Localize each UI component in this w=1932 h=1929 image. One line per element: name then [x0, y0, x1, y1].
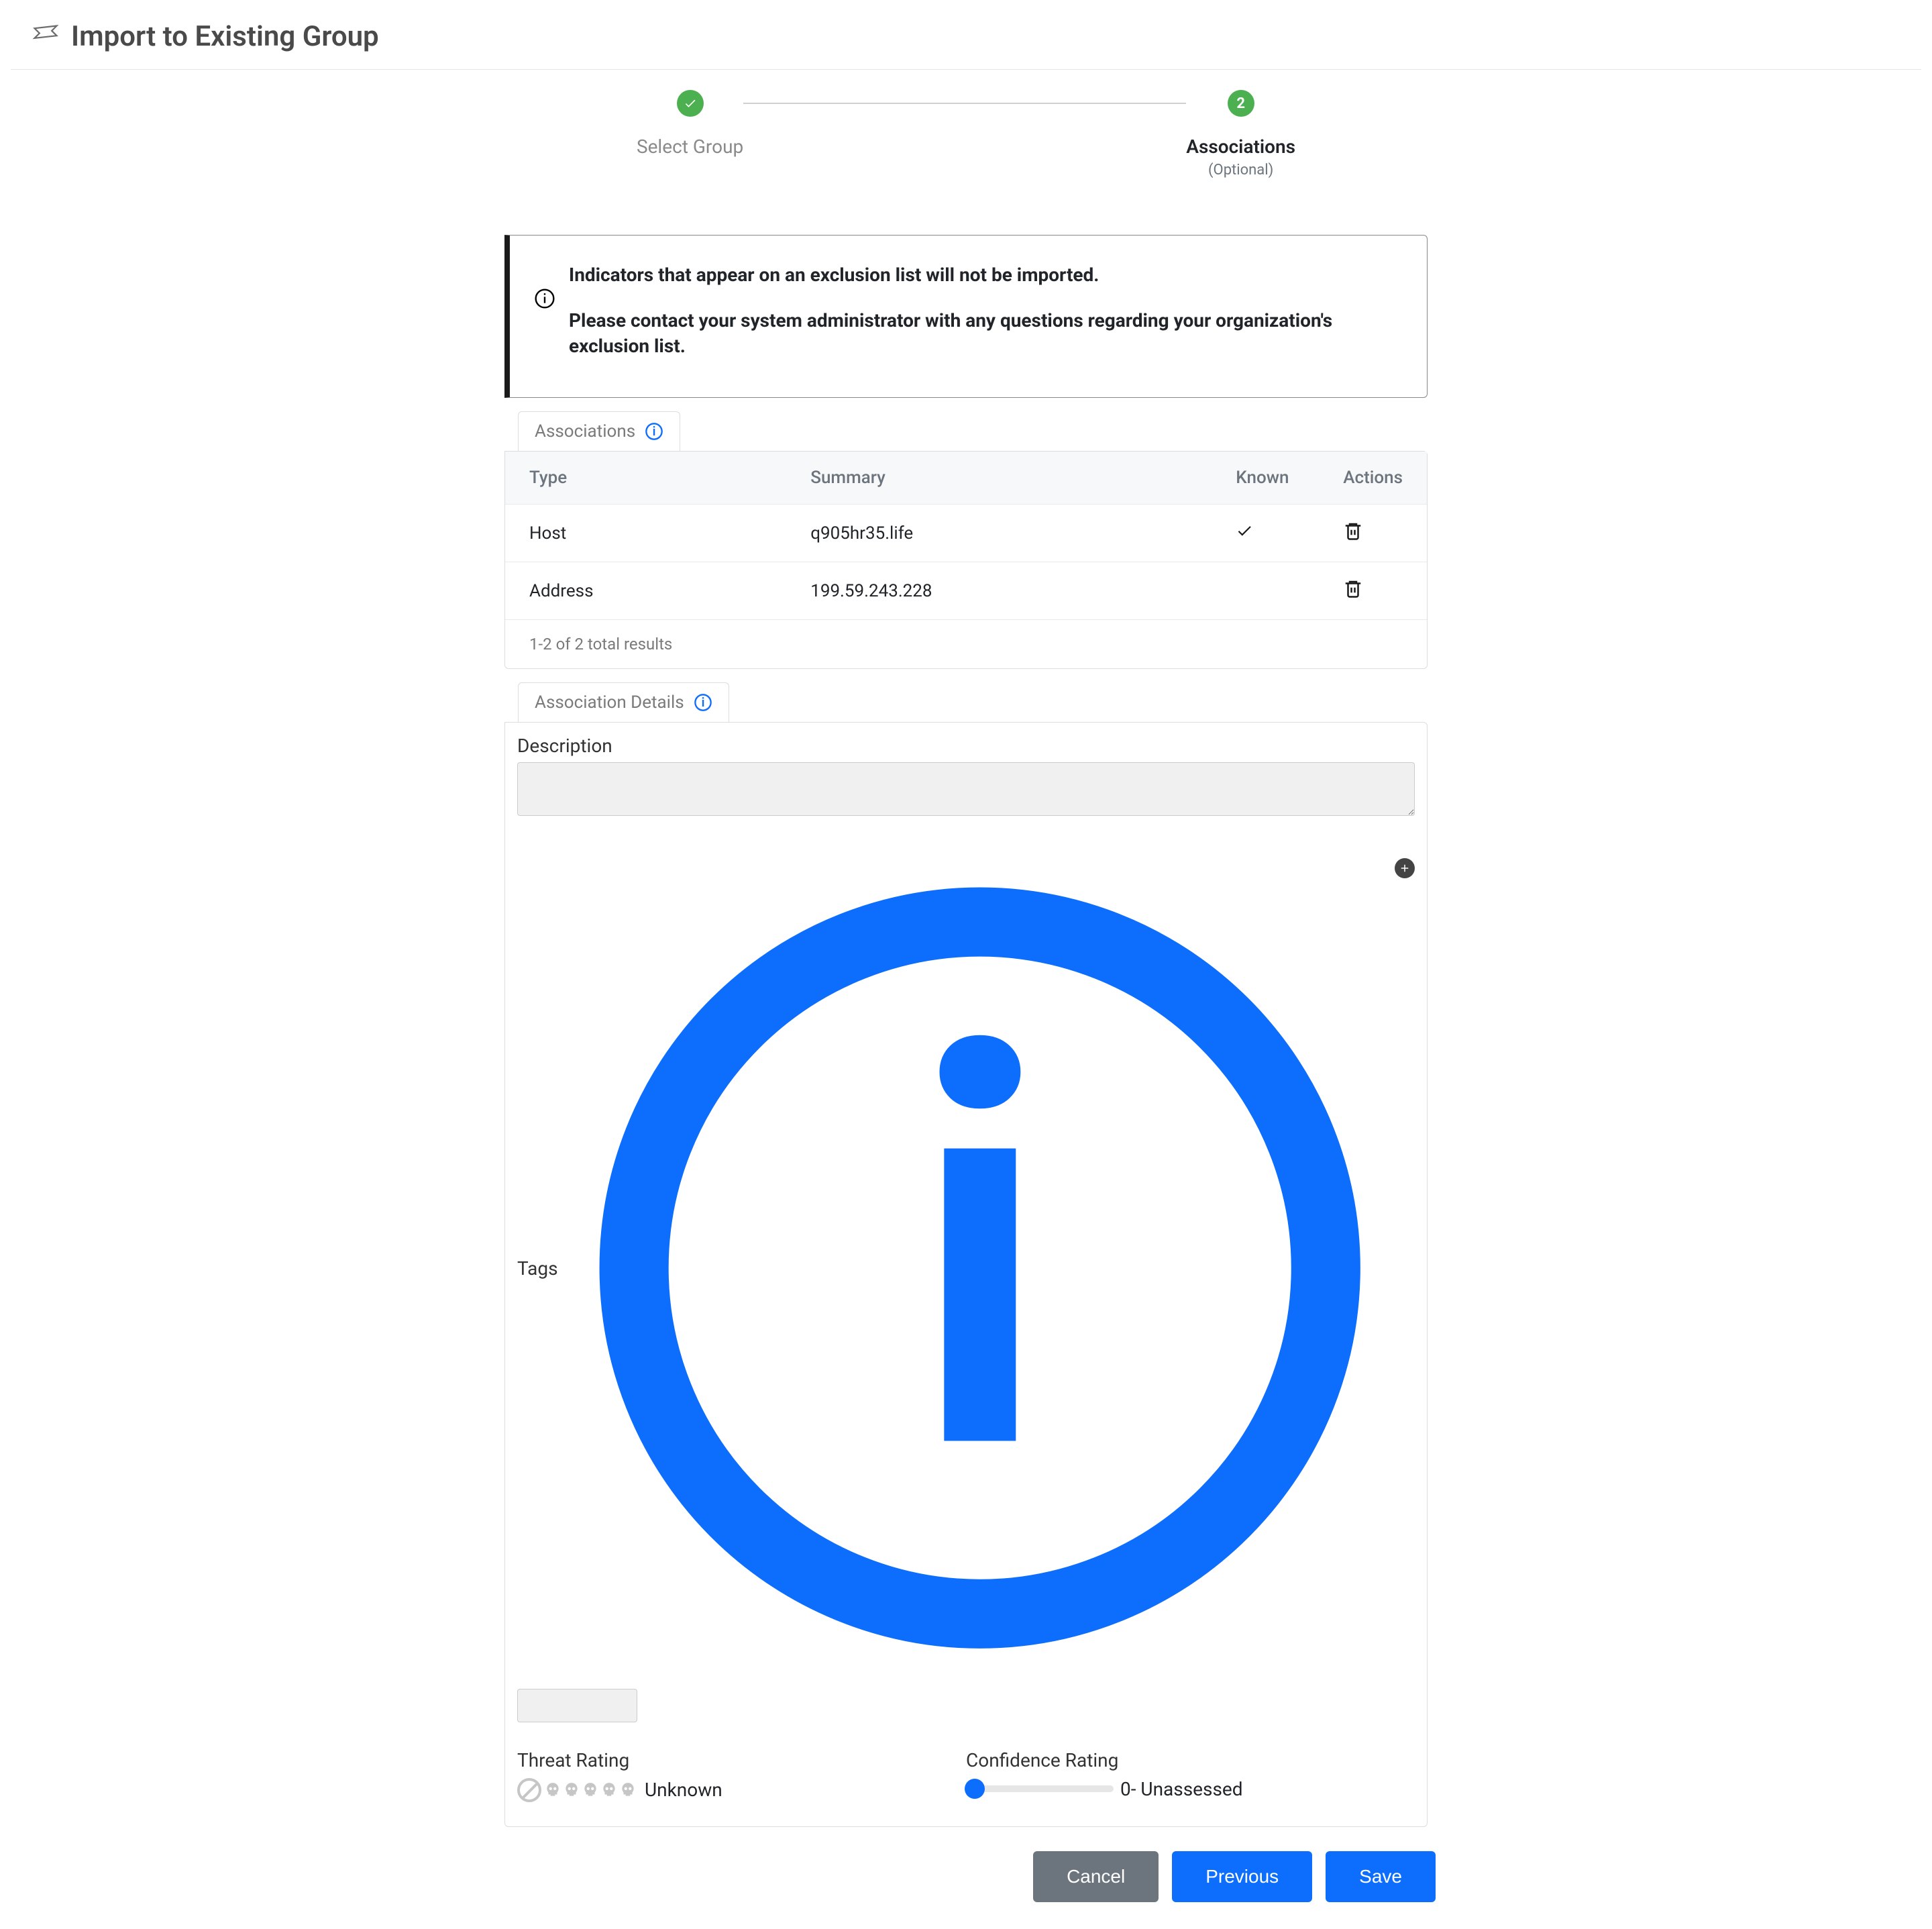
th-summary: Summary	[786, 452, 1212, 505]
svg-text:i: i	[653, 424, 656, 439]
description-label: Description	[517, 735, 1415, 757]
description-input[interactable]	[517, 762, 1415, 816]
cell-summary: 199.59.243.228	[786, 562, 1212, 620]
step2-sublabel: (Optional)	[1208, 162, 1273, 178]
step-connector	[743, 103, 1186, 104]
info-line-2: Please contact your system administrator…	[569, 308, 1397, 359]
skull-icon[interactable]	[563, 1781, 580, 1799]
cell-known	[1212, 505, 1319, 562]
confidence-rating-section: Confidence Rating 0- Unassessed	[966, 1749, 1415, 1802]
previous-button[interactable]: Previous	[1172, 1851, 1312, 1902]
table-row: Host q905hr35.life	[505, 505, 1427, 562]
confidence-slider[interactable]	[966, 1785, 1114, 1792]
page-header: Import to Existing Group	[11, 7, 1921, 70]
associations-panel: Type Summary Known Actions Host q905hr35…	[504, 451, 1428, 669]
info-icon[interactable]: i	[565, 853, 1395, 1683]
threat-rating-section: Threat Rating Unknown	[517, 1749, 966, 1802]
step2-circle: 2	[1228, 90, 1254, 117]
step-select-group[interactable]: Select Group	[637, 90, 743, 158]
tab-details-label: Association Details	[535, 692, 684, 713]
save-button[interactable]: Save	[1326, 1851, 1436, 1902]
table-row: Address 199.59.243.228	[505, 562, 1427, 620]
step1-label: Select Group	[637, 136, 743, 158]
th-actions: Actions	[1319, 452, 1427, 505]
th-known: Known	[1212, 452, 1319, 505]
page-title: Import to Existing Group	[71, 20, 379, 53]
tab-association-details[interactable]: Association Details i	[518, 682, 729, 722]
threat-rating-value: Unknown	[645, 1779, 722, 1801]
cell-type: Host	[505, 505, 786, 562]
cell-known	[1212, 562, 1319, 620]
threat-rating-control[interactable]: Unknown	[517, 1778, 966, 1802]
tab-associations[interactable]: Associations i	[518, 411, 680, 451]
unknown-icon[interactable]	[517, 1778, 541, 1802]
association-details-panel: Description Tags i	[504, 722, 1428, 1826]
svg-text:i: i	[908, 929, 1051, 1577]
info-icon	[534, 288, 555, 309]
step-associations[interactable]: 2 Associations (Optional)	[1186, 90, 1295, 178]
add-tag-button[interactable]	[1395, 858, 1415, 878]
tags-label: Tags i	[517, 853, 1395, 1683]
tab-associations-label: Associations	[535, 421, 635, 441]
info-icon[interactable]: i	[694, 693, 712, 712]
info-banner: Indicators that appear on an exclusion l…	[504, 235, 1428, 398]
trash-icon[interactable]	[1343, 521, 1363, 541]
associations-table: Type Summary Known Actions Host q905hr35…	[505, 452, 1427, 620]
slider-thumb[interactable]	[965, 1779, 985, 1799]
info-line-1: Indicators that appear on an exclusion l…	[569, 262, 1397, 288]
plus-icon	[1399, 862, 1411, 874]
info-icon[interactable]: i	[645, 422, 663, 441]
check-icon	[1236, 522, 1253, 539]
trash-icon[interactable]	[1343, 578, 1363, 598]
confidence-rating-value: 0- Unassessed	[1120, 1778, 1243, 1800]
threat-rating-label: Threat Rating	[517, 1749, 966, 1771]
import-icon	[31, 22, 60, 52]
step2-label: Associations	[1186, 136, 1295, 158]
confidence-rating-label: Confidence Rating	[966, 1749, 1415, 1771]
cell-summary: q905hr35.life	[786, 505, 1212, 562]
skull-icon[interactable]	[619, 1781, 637, 1799]
wizard-stepper: Select Group 2 Associations (Optional)	[0, 90, 1932, 178]
check-icon	[684, 97, 697, 110]
svg-text:i: i	[701, 695, 704, 710]
table-footer: 1-2 of 2 total results	[505, 620, 1427, 668]
tags-input[interactable]	[517, 1689, 637, 1722]
footer-actions: Cancel Previous Save	[496, 1851, 1436, 1929]
th-type: Type	[505, 452, 786, 505]
cell-actions	[1319, 562, 1427, 620]
skull-icon[interactable]	[544, 1781, 561, 1799]
skull-icon[interactable]	[582, 1781, 599, 1799]
cell-actions	[1319, 505, 1427, 562]
step1-circle	[677, 90, 704, 117]
cell-type: Address	[505, 562, 786, 620]
cancel-button[interactable]: Cancel	[1033, 1851, 1159, 1902]
skull-icon[interactable]	[600, 1781, 618, 1799]
tags-label-text: Tags	[517, 1257, 558, 1280]
